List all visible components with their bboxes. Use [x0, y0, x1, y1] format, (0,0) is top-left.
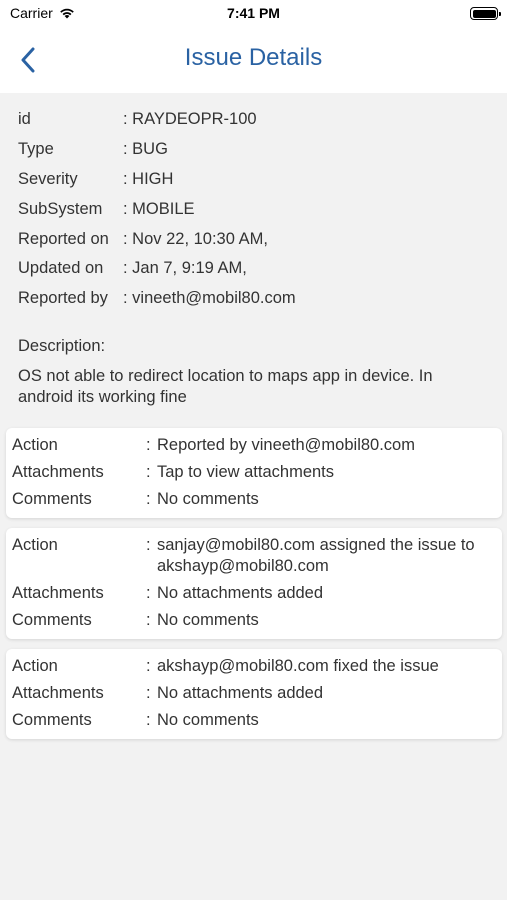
history-attachments-row: Attachments : No attachments added	[12, 680, 496, 707]
action-label: Action	[12, 535, 58, 554]
comments-value: No comments	[157, 710, 259, 729]
comments-label: Comments	[12, 489, 92, 508]
detail-value: : MOBILE	[123, 199, 195, 218]
history-comments-row: Comments : No comments	[12, 707, 496, 734]
detail-value: : RAYDEOPR-100	[123, 110, 257, 129]
history-attachments-row[interactable]: Attachments : Tap to view attachments	[12, 459, 496, 486]
history-card: Action : akshayp@mobil80.com fixed the i…	[6, 648, 502, 739]
header: Carrier 7:41 PM Issue Details	[0, 0, 507, 93]
detail-row-type: Type : BUG	[18, 135, 489, 165]
action-value: sanjay@mobil80.com assigned the issue to…	[157, 535, 475, 575]
history-action-row: Action : sanjay@mobil80.com assigned the…	[12, 532, 496, 580]
history-list: Action : Reported by vineeth@mobil80.com…	[0, 427, 507, 739]
detail-label: Updated on	[18, 259, 104, 278]
action-label: Action	[12, 435, 58, 454]
battery-icon	[470, 7, 501, 20]
issue-details: id : RAYDEOPR-100 Type : BUG Severity : …	[0, 93, 507, 408]
comments-value: No comments	[157, 489, 259, 508]
separator: :	[146, 435, 151, 454]
detail-value: : vineeth@mobil80.com	[123, 289, 296, 308]
detail-value: : Jan 7, 9:19 AM,	[123, 259, 247, 278]
detail-value: : BUG	[123, 140, 168, 159]
action-value: akshayp@mobil80.com fixed the issue	[157, 656, 439, 675]
history-comments-row: Comments : No comments	[12, 607, 496, 634]
separator: :	[146, 489, 151, 508]
comments-value: No comments	[157, 610, 259, 629]
attachments-value: No attachments added	[157, 583, 324, 602]
description-label: Description:	[18, 337, 106, 356]
separator: :	[146, 535, 151, 554]
detail-label: Severity	[18, 169, 78, 188]
separator: :	[146, 683, 151, 702]
history-attachments-row: Attachments : No attachments added	[12, 580, 496, 607]
navigation-bar: Issue Details	[0, 40, 507, 80]
status-bar: Carrier 7:41 PM	[0, 0, 507, 28]
comments-label: Comments	[12, 710, 92, 729]
description-text: OS not able to redirect location to maps…	[18, 366, 433, 406]
separator: :	[146, 462, 151, 481]
history-card: Action : sanjay@mobil80.com assigned the…	[6, 527, 502, 639]
detail-value: : HIGH	[123, 169, 174, 188]
attachments-value: No attachments added	[157, 683, 324, 702]
separator: :	[146, 583, 151, 602]
detail-label: Reported by	[18, 289, 108, 308]
history-action-row: Action : akshayp@mobil80.com fixed the i…	[12, 653, 496, 680]
separator: :	[146, 710, 151, 729]
history-action-row: Action : Reported by vineeth@mobil80.com	[12, 432, 496, 459]
detail-label: Type	[18, 140, 54, 159]
attachments-label: Attachments	[12, 583, 104, 602]
detail-row-subsystem: SubSystem : MOBILE	[18, 194, 489, 224]
action-label: Action	[12, 656, 58, 675]
separator: :	[146, 610, 151, 629]
clock: 7:41 PM	[227, 5, 280, 21]
history-comments-row: Comments : No comments	[12, 486, 496, 513]
detail-row-updated-on: Updated on : Jan 7, 9:19 AM,	[18, 254, 489, 284]
attachments-label: Attachments	[12, 683, 104, 702]
attachments-label: Attachments	[12, 462, 104, 481]
detail-value: : Nov 22, 10:30 AM,	[123, 229, 268, 248]
detail-label: Reported on	[18, 229, 109, 248]
action-value: Reported by vineeth@mobil80.com	[157, 435, 415, 454]
comments-label: Comments	[12, 610, 92, 629]
detail-label: id	[18, 110, 31, 129]
separator: :	[146, 656, 151, 675]
view-attachments-link[interactable]: Tap to view attachments	[157, 462, 496, 483]
history-card: Action : Reported by vineeth@mobil80.com…	[6, 427, 502, 518]
detail-row-severity: Severity : HIGH	[18, 165, 489, 195]
detail-row-reported-by: Reported by : vineeth@mobil80.com	[18, 284, 489, 314]
detail-label: SubSystem	[18, 199, 103, 218]
page-title: Issue Details	[184, 44, 323, 71]
detail-row-reported-on: Reported on : Nov 22, 10:30 AM,	[18, 224, 489, 254]
detail-row-id: id : RAYDEOPR-100	[18, 105, 489, 135]
